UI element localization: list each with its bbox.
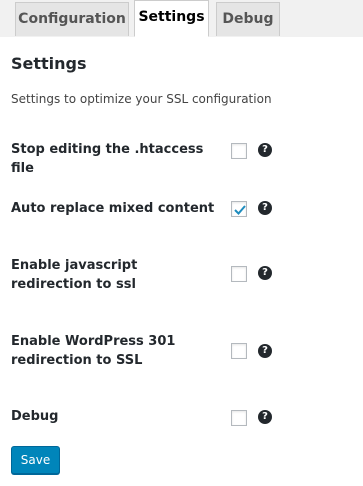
help-icon[interactable]: ? <box>258 410 272 424</box>
settings-panel: Settings Settings to optimize your SSL c… <box>0 37 363 486</box>
help-icon[interactable]: ? <box>258 344 272 358</box>
page-title: Settings <box>11 54 87 73</box>
setting-label-wordpress-301-redirection: Enable WordPress 301 redirection to SSL <box>11 334 176 368</box>
checkbox-wordpress-301-redirection[interactable] <box>231 343 247 359</box>
help-icon[interactable]: ? <box>258 266 272 280</box>
help-icon[interactable]: ? <box>258 143 272 157</box>
setting-label-debug: Debug <box>11 409 59 424</box>
setting-label-auto-replace-mixed-content: Auto replace mixed content <box>11 201 215 216</box>
setting-label-stop-editing-htaccess: Stop editing the .htaccess file <box>11 142 204 176</box>
tab-settings[interactable]: Settings <box>134 0 209 37</box>
save-button[interactable]: Save <box>11 446 60 474</box>
checkbox-stop-editing-htaccess[interactable] <box>231 143 247 159</box>
tab-configuration[interactable]: Configuration <box>15 2 129 36</box>
section-description: Settings to optimize your SSL configurat… <box>11 92 272 106</box>
setting-label-javascript-redirection: Enable javascript redirection to ssl <box>11 258 138 292</box>
checkbox-auto-replace-mixed-content[interactable] <box>231 201 247 217</box>
checkmark-icon <box>234 205 246 215</box>
help-icon[interactable]: ? <box>258 201 272 215</box>
checkbox-debug[interactable] <box>231 410 247 426</box>
checkbox-javascript-redirection[interactable] <box>231 266 247 282</box>
tab-bar: Configuration Settings Debug <box>0 0 363 38</box>
tab-debug[interactable]: Debug <box>216 2 280 36</box>
